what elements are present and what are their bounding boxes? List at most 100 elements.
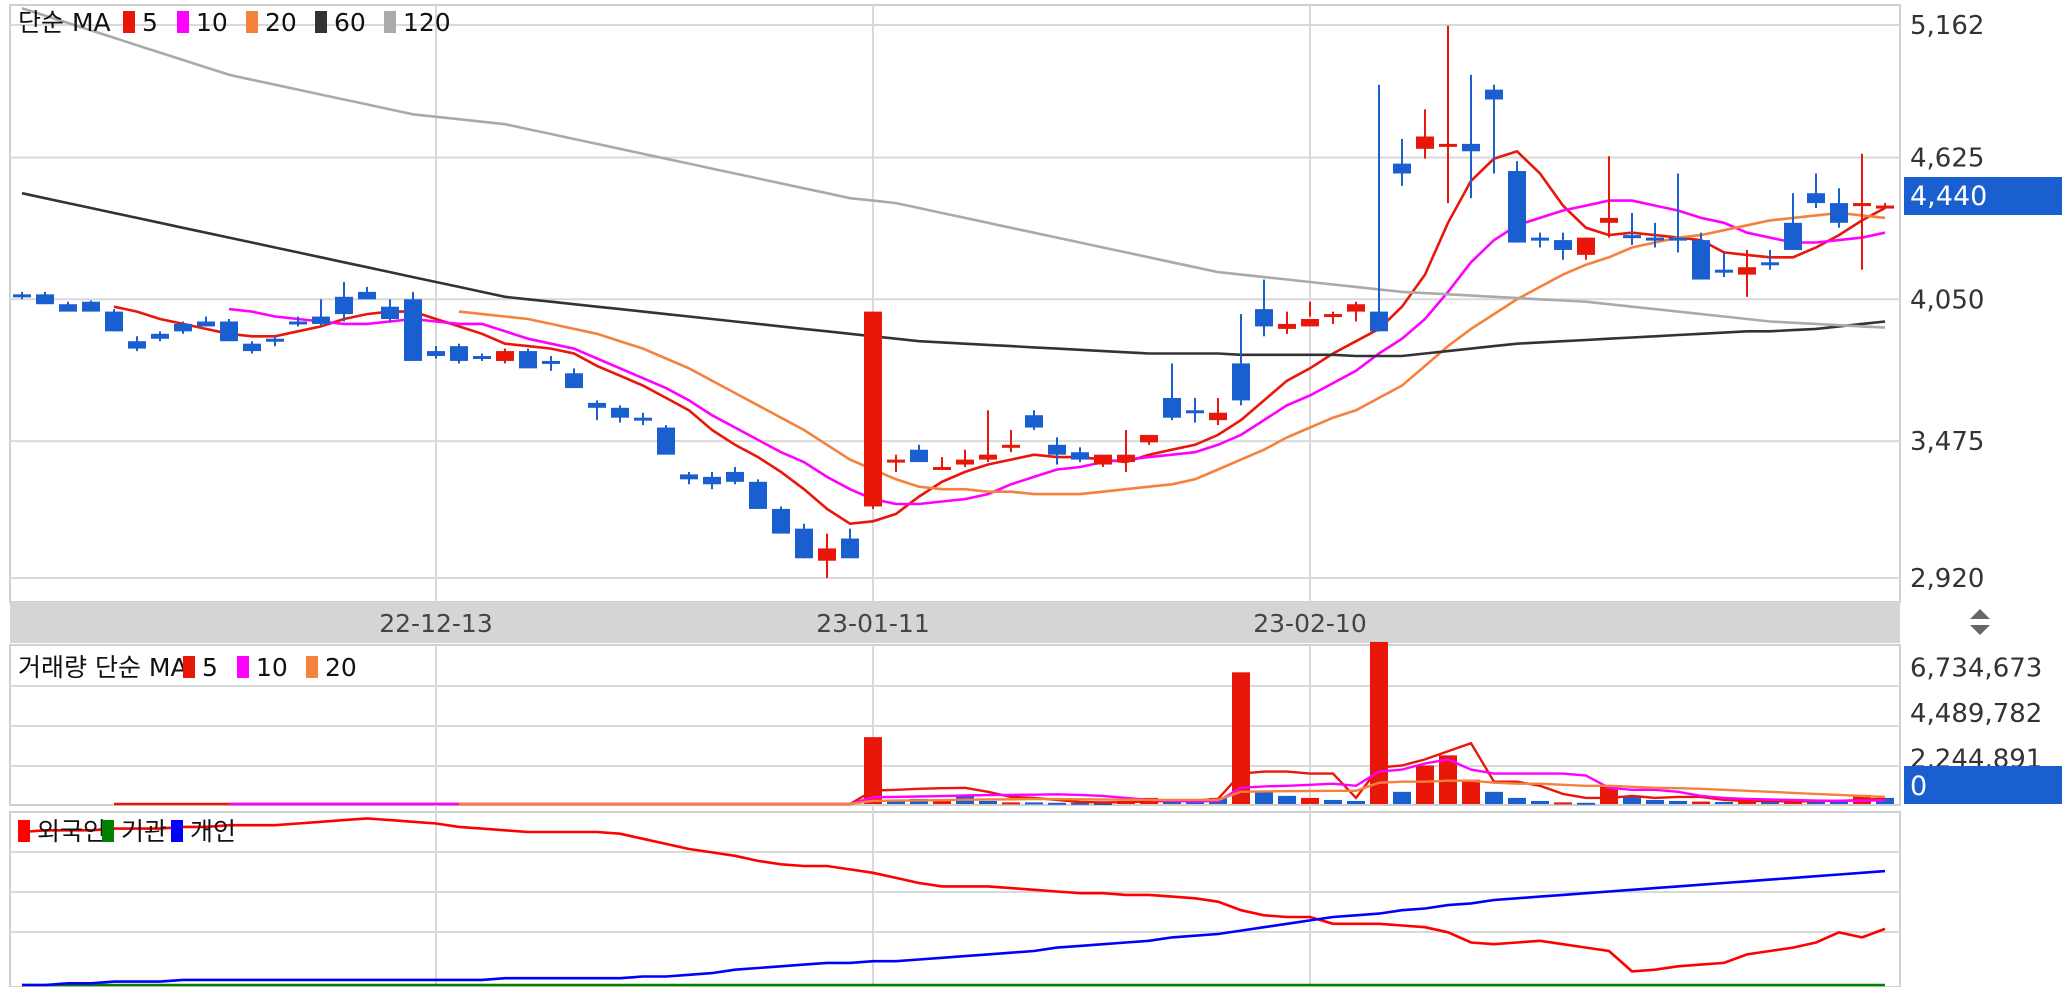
legend-item-label: 5: [142, 8, 158, 37]
candle-body: [1301, 319, 1319, 327]
candle-body: [1255, 309, 1273, 327]
candle-body: [519, 351, 537, 369]
candle[interactable]: [749, 479, 767, 509]
candle-body: [1807, 193, 1825, 204]
volume-bar[interactable]: [1255, 791, 1273, 804]
legend-item-label: 5: [202, 653, 218, 682]
candle[interactable]: [519, 348, 537, 369]
candle-body: [1393, 163, 1411, 174]
candle-body: [36, 294, 54, 305]
candle-body: [1209, 412, 1227, 421]
candle[interactable]: [772, 506, 790, 534]
volume-bar[interactable]: [1370, 641, 1388, 804]
legend-item-label: 20: [325, 653, 357, 682]
candle-body: [381, 306, 399, 320]
volume-bar[interactable]: [1048, 802, 1066, 805]
volume-tick-label: 6,734,673: [1910, 654, 2042, 684]
candle-body: [1347, 304, 1365, 312]
candle-body: [1186, 410, 1204, 414]
candle-body: [335, 296, 353, 315]
current-volume-bg: [1904, 766, 2062, 804]
volume-bar[interactable]: [1462, 779, 1480, 804]
volume-bar[interactable]: [1324, 799, 1342, 804]
volume-bar[interactable]: [1232, 672, 1250, 804]
candle-body: [1048, 444, 1066, 455]
candle-body: [82, 301, 100, 312]
candle-body: [1692, 240, 1710, 280]
candle-body: [772, 508, 790, 534]
price-tick-label: 2,920: [1910, 564, 1984, 594]
candle-body: [174, 323, 192, 332]
candle-body: [1439, 143, 1457, 147]
volume-bar[interactable]: [1347, 800, 1365, 804]
candle-body: [1577, 237, 1595, 255]
legend-swatch: [102, 820, 114, 842]
legend-swatch: [183, 656, 195, 678]
legend-swatch: [246, 11, 258, 33]
candle-body: [128, 341, 146, 349]
candle-body: [634, 417, 652, 421]
legend-swatch: [18, 820, 30, 842]
stock-chart[interactable]: 5,162 4,625 4,050 3,475 2,920 22-12-13 23-01-…: [0, 0, 2062, 987]
volume-bar[interactable]: [1508, 797, 1526, 804]
candle-body: [1370, 311, 1388, 332]
candle[interactable]: [404, 291, 422, 361]
price-tick-label: 4,625: [1910, 143, 1984, 173]
volume-bar[interactable]: [1577, 802, 1595, 805]
candle-body: [1163, 397, 1181, 418]
volume-bar[interactable]: [1002, 802, 1020, 805]
candle-body: [1738, 267, 1756, 275]
candle[interactable]: [220, 319, 238, 342]
candle-body: [1876, 205, 1894, 209]
legend-item-label: 외국인: [37, 817, 106, 846]
candle[interactable]: [82, 300, 100, 312]
legend-item-label: 기관: [121, 817, 167, 846]
candle-body: [979, 454, 997, 460]
candle[interactable]: [1508, 161, 1526, 243]
volume-bar[interactable]: [1301, 797, 1319, 804]
volume-bar[interactable]: [1416, 765, 1434, 804]
candle[interactable]: [864, 311, 882, 509]
legend-title: 거래량 단순 MA: [18, 653, 188, 682]
candle-body: [818, 548, 836, 561]
volume-bar[interactable]: [979, 800, 997, 804]
volume-bar[interactable]: [1025, 802, 1043, 805]
price-tick-label: 4,050: [1910, 285, 1984, 315]
volume-bar[interactable]: [1531, 800, 1549, 804]
volume-bar[interactable]: [1278, 795, 1296, 804]
candle-body: [1232, 363, 1250, 401]
candle-body: [703, 476, 721, 485]
legend-item-label: 60: [334, 8, 366, 37]
candle[interactable]: [105, 309, 123, 332]
volume-bar[interactable]: [1554, 802, 1572, 805]
candle-body: [13, 294, 31, 298]
candle-body: [1508, 171, 1526, 243]
investor-legend[interactable]: 외국인 기관 개인: [18, 817, 236, 846]
volume-bar[interactable]: [1715, 801, 1733, 804]
candle-body: [565, 373, 583, 389]
candle-body: [1278, 323, 1296, 329]
candle[interactable]: [795, 523, 813, 559]
legend-item-label: 120: [403, 8, 451, 37]
volume-bar[interactable]: [1669, 800, 1687, 804]
price-tick-label: 5,162: [1910, 11, 1984, 41]
volume-bar[interactable]: [1646, 799, 1664, 804]
candle-body: [864, 311, 882, 507]
candle-body: [611, 407, 629, 418]
candle-body: [588, 402, 606, 408]
candle-body: [910, 449, 928, 463]
volume-bar[interactable]: [1692, 801, 1710, 804]
volume-bar[interactable]: [1485, 791, 1503, 804]
candle-body: [841, 538, 859, 559]
legend-swatch: [123, 11, 135, 33]
candle-body: [427, 351, 445, 357]
candle-body: [1761, 262, 1779, 266]
current-price-badge: 4,440: [1904, 177, 2062, 215]
candle-body: [542, 360, 560, 364]
volume-bar[interactable]: [1393, 791, 1411, 804]
candle[interactable]: [450, 343, 468, 364]
candle-body: [1715, 269, 1733, 273]
legend-swatch: [237, 656, 249, 678]
candle-body: [795, 528, 813, 559]
candle[interactable]: [657, 425, 675, 455]
